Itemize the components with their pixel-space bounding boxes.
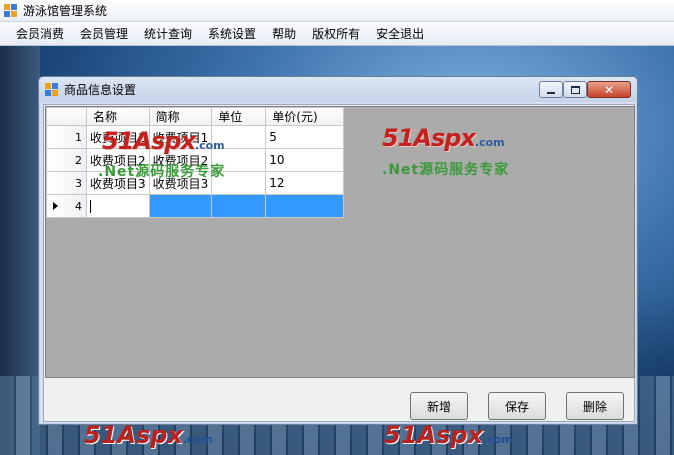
child-window-title: 商品信息设置 bbox=[64, 83, 137, 97]
delete-button[interactable]: 删除 bbox=[566, 392, 624, 420]
text-caret bbox=[90, 200, 91, 213]
column-header-unit[interactable]: 单位 bbox=[211, 107, 267, 126]
column-header-short-name[interactable]: 简称 bbox=[148, 107, 213, 126]
menu-statistics-query[interactable]: 统计查询 bbox=[136, 22, 200, 46]
menu-bar: 会员消费 会员管理 统计查询 系统设置 帮助 版权所有 安全退出 bbox=[0, 22, 674, 46]
row-header[interactable]: 2 bbox=[46, 148, 87, 172]
menu-member-consumption[interactable]: 会员消费 bbox=[8, 22, 72, 46]
maximize-button[interactable] bbox=[563, 81, 587, 98]
watermark-logo-grid-right: 51Aspx.com bbox=[382, 124, 505, 152]
column-header-unit-price[interactable]: 单价(元) bbox=[265, 107, 345, 126]
save-button[interactable]: 保存 bbox=[488, 392, 546, 420]
new-row-header[interactable]: 4 bbox=[46, 194, 87, 218]
close-button[interactable]: ✕ bbox=[587, 81, 631, 98]
grid-header-row: 名称 简称 单位 单价(元) bbox=[46, 107, 345, 126]
menu-help[interactable]: 帮助 bbox=[264, 22, 304, 46]
row-header[interactable]: 1 bbox=[46, 125, 87, 149]
window-client-area: 名称 简称 单位 单价(元) 1 收费项目1 收费项目1 5 2 收费项目2 收… bbox=[43, 104, 635, 422]
close-icon: ✕ bbox=[603, 82, 615, 97]
new-row-cell-unit[interactable] bbox=[211, 194, 267, 218]
watermark-slogan-grid-right: .Net源码服务专家 bbox=[382, 162, 510, 178]
minimize-button[interactable] bbox=[539, 81, 563, 98]
menu-member-management[interactable]: 会员管理 bbox=[72, 22, 136, 46]
minimize-icon bbox=[547, 91, 555, 94]
new-row-cell-unit-price[interactable] bbox=[265, 194, 345, 218]
menu-safe-exit[interactable]: 安全退出 bbox=[368, 22, 432, 46]
grid-corner-header[interactable] bbox=[46, 107, 87, 126]
main-title-bar: 游泳馆管理系统 bbox=[0, 0, 674, 22]
cell-unit-price[interactable]: 10 bbox=[265, 148, 345, 172]
product-data-grid[interactable]: 名称 简称 单位 单价(元) 1 收费项目1 收费项目1 5 2 收费项目2 收… bbox=[45, 106, 635, 378]
maximize-icon bbox=[570, 85, 580, 94]
cell-unit-price[interactable]: 5 bbox=[265, 125, 345, 149]
child-window-icon bbox=[45, 83, 58, 96]
watermark-logo-grid-left: 51Aspx.com bbox=[102, 127, 225, 155]
cell-unit-price[interactable]: 12 bbox=[265, 171, 345, 195]
main-window-title: 游泳馆管理系统 bbox=[23, 4, 108, 18]
current-row-arrow-icon bbox=[53, 202, 58, 210]
app-icon bbox=[4, 4, 17, 17]
watermark-logo-bottom-left: 51Aspx.com bbox=[84, 421, 213, 449]
menu-copyright[interactable]: 版权所有 bbox=[304, 22, 368, 46]
new-row[interactable]: 4 bbox=[46, 194, 345, 218]
menu-system-settings[interactable]: 系统设置 bbox=[200, 22, 264, 46]
row-header[interactable]: 3 bbox=[46, 171, 87, 195]
column-header-name[interactable]: 名称 bbox=[86, 107, 150, 126]
new-row-name-editor[interactable] bbox=[86, 194, 150, 218]
new-row-cell-short-name[interactable] bbox=[148, 194, 213, 218]
product-settings-window: 商品信息设置 ✕ 名称 简称 单位 单价(元) 1 收费项目1 收费项目1 5 … bbox=[38, 76, 638, 425]
watermark-slogan-grid-left: .Net源码服务专家 bbox=[98, 164, 226, 180]
add-button[interactable]: 新增 bbox=[410, 392, 468, 420]
watermark-logo-bottom-right: 51Aspx.com bbox=[384, 421, 513, 449]
